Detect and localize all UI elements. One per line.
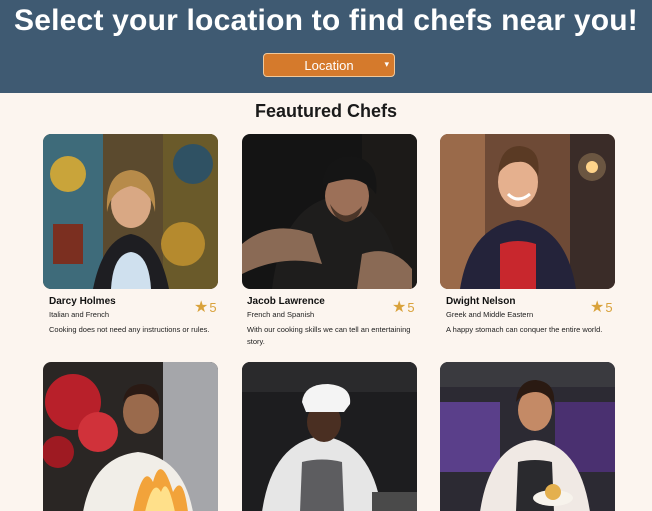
chef-name[interactable]: Darcy Holmes (49, 296, 116, 307)
chef-photo[interactable] (242, 362, 417, 511)
chef-cuisine: Greek and Middle Eastern (446, 310, 534, 319)
chef-bio: Cooking does not need any instructions o… (49, 325, 210, 334)
rating-value: 5 (407, 299, 415, 315)
rating-value: 5 (209, 299, 217, 315)
hero-banner: Select your location to find chefs near … (0, 0, 652, 93)
chef-bio: A happy stomach can conquer the entire w… (446, 325, 603, 334)
location-select-label: Location (304, 57, 354, 73)
rating-value: 5 (605, 299, 613, 315)
chevron-down-icon: ▾ (384, 59, 389, 69)
chef-cuisine: French and Spanish (247, 310, 315, 319)
chef-photo[interactable] (440, 134, 615, 289)
chef-name[interactable]: Jacob Lawrence (247, 296, 325, 307)
chef-rating: ★ 5 (590, 297, 613, 317)
star-icon: ★ (392, 299, 407, 316)
chef-rating: ★ 5 (194, 297, 217, 317)
chef-photo[interactable] (440, 362, 615, 511)
chef-photo[interactable] (43, 362, 218, 511)
star-icon: ★ (194, 299, 209, 316)
hero-title: Select your location to find chefs near … (14, 4, 638, 37)
section-title: Feautured Chefs (254, 101, 398, 121)
location-select[interactable]: Location ▾ (263, 53, 395, 77)
star-icon: ★ (590, 299, 605, 316)
chef-rating: ★ 5 (392, 297, 415, 317)
chef-name[interactable]: Dwight Nelson (446, 296, 515, 307)
chef-photo[interactable] (43, 134, 218, 289)
chef-bio: With our cooking skills we can tell an e… (247, 325, 411, 346)
chef-cuisine: Italian and French (49, 310, 110, 319)
chef-photo[interactable] (242, 134, 417, 289)
